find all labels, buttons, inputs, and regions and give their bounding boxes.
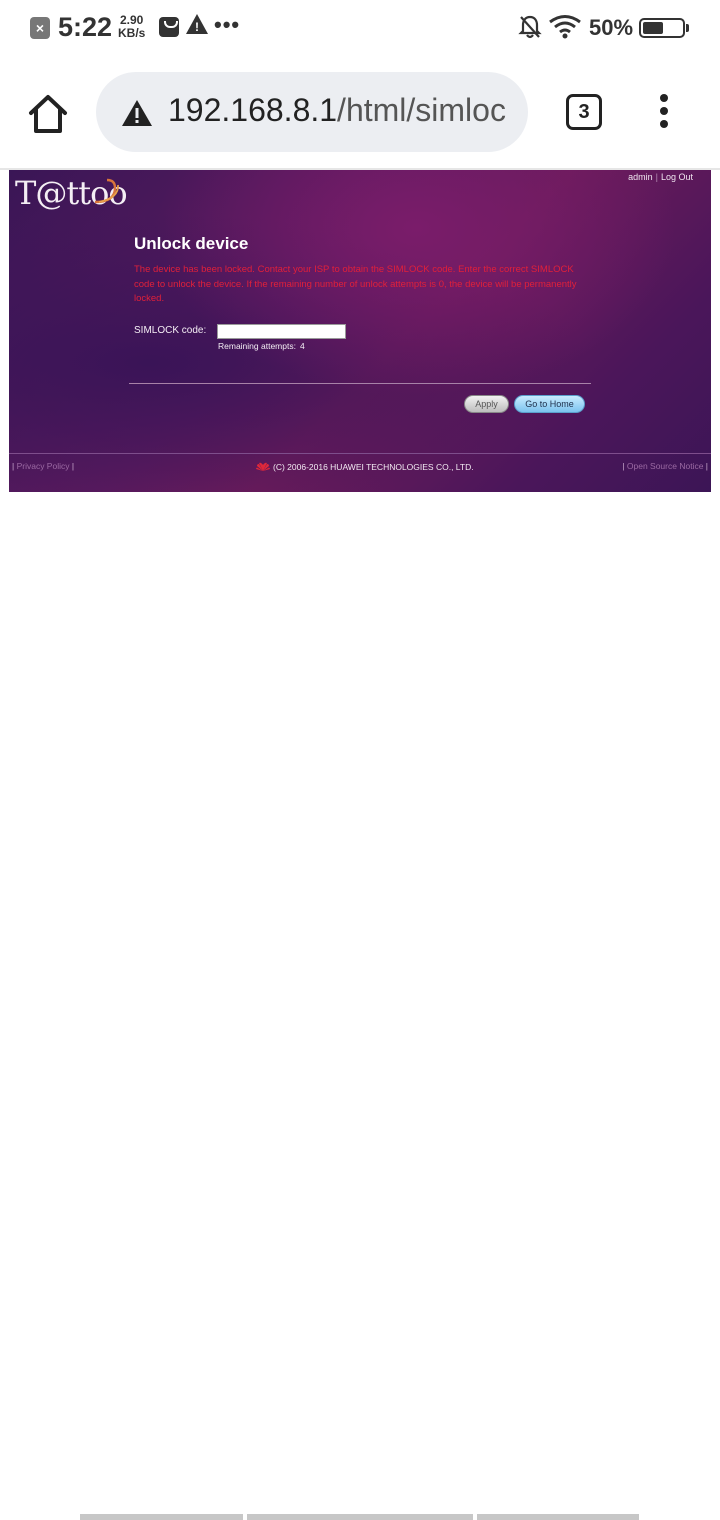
wifi-icon [549,15,581,39]
not-secure-warning-icon[interactable] [120,98,154,128]
apply-button[interactable]: Apply [464,395,509,413]
admin-user-link[interactable]: admin [628,172,653,182]
router-page: T@ttoo admin | Log Out Unlock device The d… [9,170,711,492]
battery-percent: 50% [589,15,634,40]
simlock-code-label: SIMLOCK code: [134,325,207,336]
remaining-attempts-value: 4 [299,341,305,351]
open-source-notice-link[interactable]: Open Source Notice [627,461,704,471]
url-host: 192.168.8.1 [168,92,338,128]
huawei-logo-icon [256,462,270,471]
remaining-attempts: Remaining attempts: 4 [218,341,305,351]
home-icon[interactable] [26,92,70,136]
bottom-indicator-right [477,1514,639,1520]
status-bar: × 5:22 2.90 KB/s ! ••• 50% [0,0,720,56]
top-links: admin | Log Out [628,172,693,182]
battery-icon [639,18,685,38]
copyright-footer: (C) 2006-2016 HUAWEI TECHNOLOGIES CO., L… [256,461,474,472]
battery-tip [686,24,689,32]
open-source-footer: | Open Source Notice | [622,461,708,471]
notification-blocked-icon: × [30,17,50,39]
page-title: Unlock device [134,234,249,253]
bottom-indicator-center [247,1514,473,1520]
simlock-code-input[interactable] [217,324,346,339]
overflow-menu-icon[interactable] [654,94,674,134]
browser-toolbar: 192.168.8.1/html/simloc 3 [0,56,720,168]
go-to-home-button[interactable]: Go to Home [514,395,585,413]
remaining-attempts-label: Remaining attempts: [218,341,296,351]
footer-divider [9,453,711,454]
shopping-bag-icon [159,17,179,37]
tab-switcher-button[interactable]: 3 [566,94,602,130]
network-speed: 2.90 KB/s [118,14,145,40]
more-notifications-icon: ••• [214,12,241,37]
url-path: /html/simloc [337,92,506,128]
lock-warning-text: The device has been locked. Contact your… [134,264,577,304]
privacy-policy-footer: | Privacy Policy | [12,461,75,471]
privacy-policy-link[interactable]: Privacy Policy [17,461,70,471]
bottom-indicator-left [80,1514,243,1520]
copyright-text: (C) 2006-2016 HUAWEI TECHNOLOGIES CO., L… [273,461,474,472]
logo-swirl-icon [94,178,119,204]
network-speed-unit: KB/s [118,26,146,40]
logout-link[interactable]: Log Out [661,172,693,182]
url-text[interactable]: 192.168.8.1/html/simloc [168,92,513,132]
warning-mark: ! [195,20,199,34]
status-time: 5:22 [58,12,113,42]
form-divider [129,383,591,384]
address-bar[interactable]: 192.168.8.1/html/simloc [96,72,528,152]
bell-muted-icon [518,15,542,39]
